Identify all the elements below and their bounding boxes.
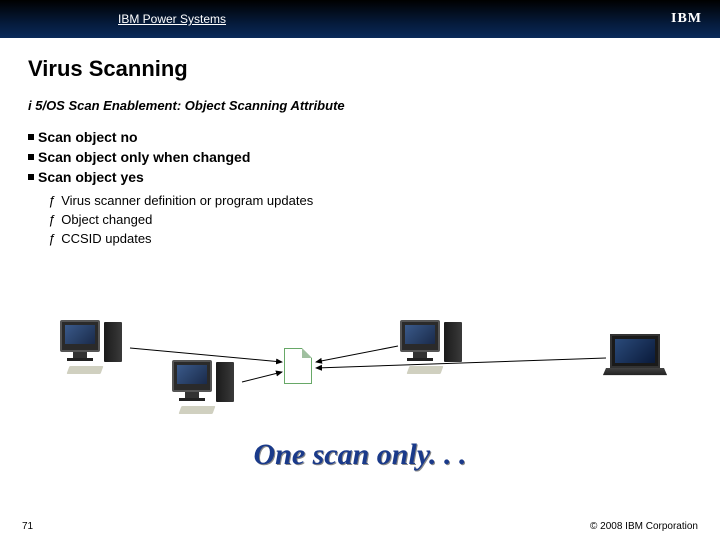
workstation-icon [172, 360, 212, 401]
square-bullet-icon [28, 174, 34, 180]
bullet-text: Scan object no [38, 129, 138, 145]
laptop-icon [610, 334, 664, 378]
bullet-text: Scan object yes [38, 169, 144, 185]
sub-bullet-text: Virus scanner definition or program upda… [61, 193, 313, 208]
bullet-item: Scan object yes [28, 169, 692, 185]
f-bullet-icon: ƒ [48, 212, 55, 227]
sub-bullet-text: CCSID updates [61, 231, 151, 246]
bullet-item: Scan object only when changed [28, 149, 692, 165]
sub-bullet-item: ƒ Object changed [48, 212, 692, 227]
f-bullet-icon: ƒ [48, 193, 55, 208]
sub-bullet-list: ƒ Virus scanner definition or program up… [48, 193, 692, 246]
square-bullet-icon [28, 154, 34, 160]
product-line: IBM Power Systems [118, 12, 226, 26]
ibm-logo: IBM [671, 11, 702, 27]
copyright-text: © 2008 IBM Corporation [590, 521, 698, 532]
caption-text: One scan only. . . [0, 438, 720, 472]
bullet-text: Scan object only when changed [38, 149, 250, 165]
sub-bullet-item: ƒ CCSID updates [48, 231, 692, 246]
bullet-item: Scan object no [28, 129, 692, 145]
subtitle: i 5/OS Scan Enablement: Object Scanning … [28, 98, 692, 113]
workstation-icon [400, 320, 440, 361]
sub-bullet-text: Object changed [61, 212, 152, 227]
document-icon [284, 348, 312, 384]
slide-footer: 71 © 2008 IBM Corporation [0, 521, 720, 532]
slide-content: Virus Scanning i 5/OS Scan Enablement: O… [0, 38, 720, 246]
page-title: Virus Scanning [28, 56, 692, 82]
slide-header: IBM Power Systems IBM [0, 0, 720, 38]
page-number: 71 [22, 521, 33, 532]
f-bullet-icon: ƒ [48, 231, 55, 246]
bullet-list: Scan object no Scan object only when cha… [28, 129, 692, 185]
square-bullet-icon [28, 134, 34, 140]
workstation-icon [60, 320, 100, 361]
sub-bullet-item: ƒ Virus scanner definition or program up… [48, 193, 692, 208]
